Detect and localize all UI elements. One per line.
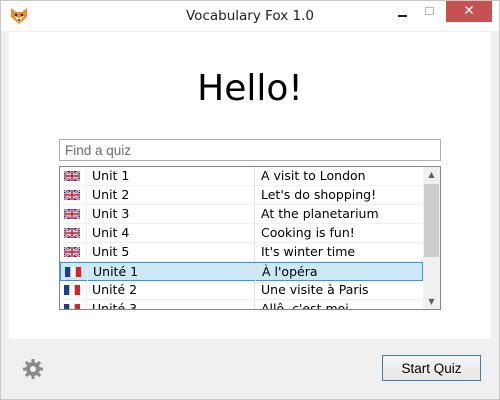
quiz-row[interactable]: Unité 1 À l'opéra [60,262,423,282]
quiz-name: Unit 1 [92,168,130,183]
quiz-row[interactable]: Unité 3 Allô, c'est moi [60,300,423,310]
quiz-topic: À l'opéra [262,264,318,279]
quiz-topic: A visit to London [261,168,366,183]
quiz-topic: Let's do shopping! [261,187,377,202]
uk-flag-icon [64,171,80,181]
minimize-icon [398,15,407,17]
app-window: Vocabulary Fox 1.0 ✕ Hello! Unit 1 A visi… [0,0,500,400]
start-quiz-button[interactable]: Start Quiz [382,355,481,381]
maximize-icon [425,7,434,15]
column-divider [86,281,87,300]
quiz-topic: Allô, c'est moi [261,301,349,310]
uk-flag-icon [64,228,80,238]
fr-flag-icon [64,304,80,309]
column-divider [254,281,255,300]
column-divider [254,243,255,262]
quiz-row[interactable]: Unit 2 Let's do shopping! [60,186,423,205]
gear-icon[interactable] [22,358,44,380]
scroll-down-icon[interactable]: ▼ [423,294,440,309]
column-divider [87,263,88,282]
column-divider [254,205,255,224]
column-divider [86,243,87,262]
uk-flag-icon [64,247,80,257]
column-divider [86,205,87,224]
quiz-row[interactable]: Unit 5 It's winter time [60,243,423,262]
maximize-button[interactable] [417,1,444,22]
scroll-thumb[interactable] [424,184,439,257]
column-divider [86,224,87,243]
quiz-name: Unit 2 [92,187,130,202]
column-divider [254,300,255,309]
uk-flag-icon [64,209,80,219]
quiz-row[interactable]: Unité 2 Une visite à Paris [60,281,423,300]
quiz-row[interactable]: Unit 4 Cooking is fun! [60,224,423,243]
quiz-row[interactable]: Unit 3 At the planetarium [60,205,423,224]
minimize-button[interactable] [389,1,416,22]
quiz-name: Unité 2 [92,282,138,297]
quiz-topic: Cooking is fun! [261,225,355,240]
column-divider [254,224,255,243]
column-divider [86,300,87,309]
main-panel: Hello! Unit 1 A visit to London Unit 2 Let'… [9,32,491,339]
quiz-topic: At the planetarium [261,206,379,221]
column-divider [254,186,255,205]
quiz-list[interactable]: Unit 1 A visit to London Unit 2 Let's do sh… [59,166,441,310]
title-bar[interactable]: Vocabulary Fox 1.0 ✕ [1,1,499,31]
column-divider [254,167,255,186]
quiz-name: Unit 3 [92,206,130,221]
quiz-name: Unité 1 [93,264,139,279]
close-button[interactable]: ✕ [446,1,492,22]
quiz-row[interactable]: Unit 1 A visit to London [60,167,423,186]
quiz-topic: Une visite à Paris [261,282,369,297]
quiz-name: Unit 4 [92,225,130,240]
quiz-name: Unité 3 [92,301,138,310]
column-divider [86,186,87,205]
fr-flag-icon [65,267,81,277]
quiz-topic: It's winter time [261,244,356,259]
close-icon: ✕ [463,3,475,19]
greeting-heading: Hello! [197,68,303,109]
quiz-name: Unit 5 [92,244,130,259]
fr-flag-icon [64,285,80,295]
scroll-up-icon[interactable]: ▲ [423,167,440,182]
list-scrollbar[interactable]: ▲ ▼ [423,167,440,309]
uk-flag-icon [64,190,80,200]
column-divider [255,263,256,282]
column-divider [86,167,87,186]
search-input[interactable] [59,139,441,161]
